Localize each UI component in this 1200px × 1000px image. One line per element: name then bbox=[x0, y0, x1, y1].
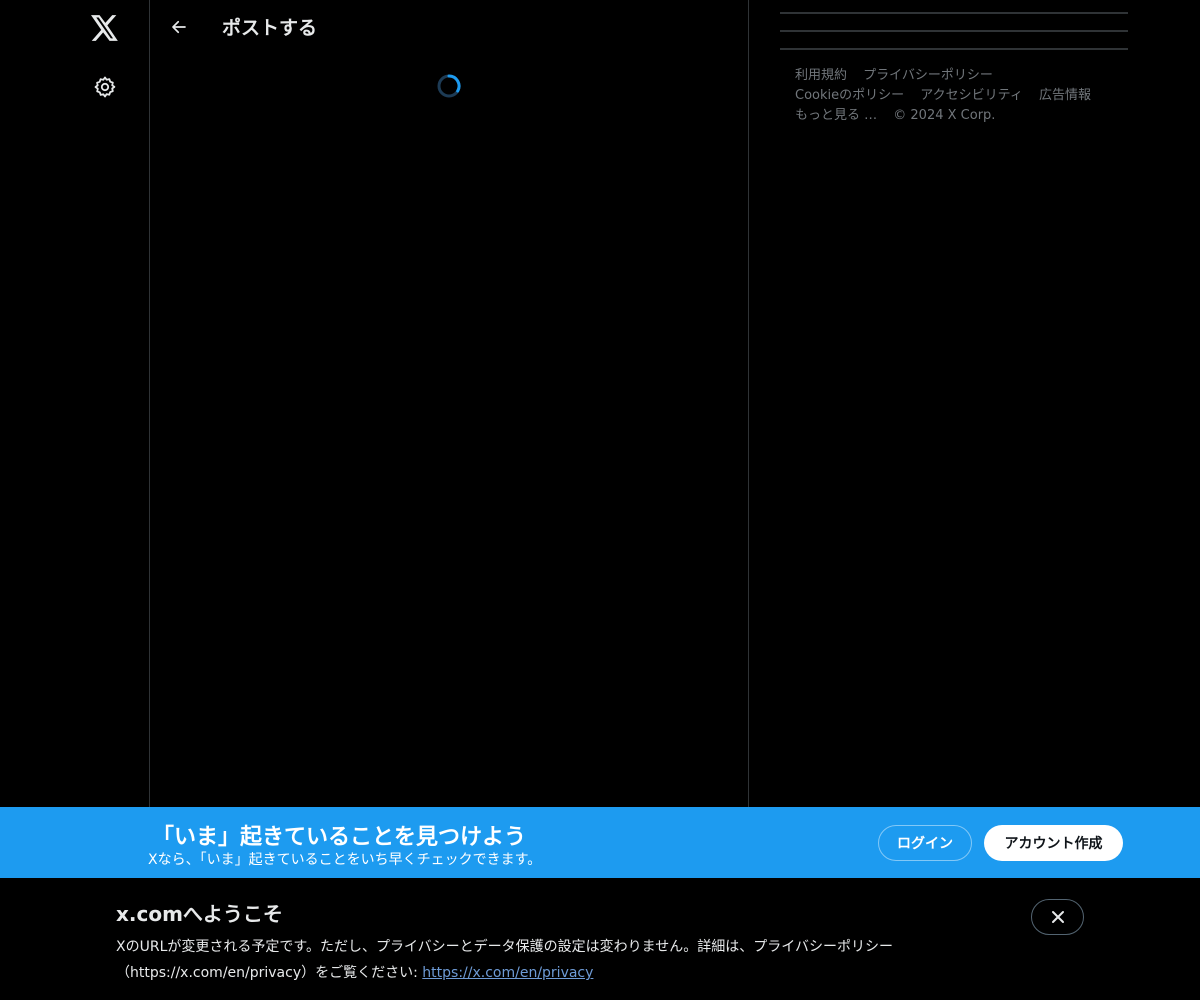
welcome-panel: x.comへようこそ XのURLが変更される予定です。ただし、プライバシーとデー… bbox=[0, 878, 1200, 1000]
privacy-link[interactable]: https://x.com/en/privacy bbox=[422, 965, 593, 981]
footer-link-cookies[interactable]: Cookieのポリシー bbox=[795, 88, 904, 103]
welcome-title: x.comへようこそ bbox=[116, 902, 283, 926]
welcome-text: XのURLが変更される予定です。ただし、プライバシーとデータ保護の設定は変わりま… bbox=[116, 934, 976, 986]
footer-link-more[interactable]: もっと見る … bbox=[795, 108, 877, 123]
banner-title: 「いま」起きていることを見つけよう bbox=[152, 825, 527, 850]
left-nav bbox=[0, 0, 150, 808]
login-button[interactable]: ログイン bbox=[878, 825, 972, 861]
divider bbox=[780, 30, 1128, 32]
copyright: © 2024 X Corp. bbox=[893, 108, 996, 123]
footer-link-ads[interactable]: 広告情報 bbox=[1039, 88, 1091, 103]
main-column: ポストする bbox=[150, 0, 749, 808]
banner-subtitle: Xなら、「いま」起きていることをいち早くチェックできます。 bbox=[148, 852, 542, 868]
page-title: ポストする bbox=[222, 17, 318, 39]
divider bbox=[780, 12, 1128, 14]
footer-link-privacy[interactable]: プライバシーポリシー bbox=[863, 68, 993, 83]
close-icon[interactable] bbox=[1031, 899, 1084, 935]
footer-link-terms[interactable]: 利用規約 bbox=[795, 68, 847, 83]
x-logo-icon[interactable] bbox=[85, 8, 125, 48]
arrow-left-icon[interactable] bbox=[162, 10, 196, 44]
gear-icon[interactable] bbox=[85, 67, 125, 107]
signup-banner: 「いま」起きていることを見つけよう Xなら、「いま」起きていることをいち早くチェ… bbox=[0, 807, 1200, 878]
spinner-icon bbox=[436, 73, 462, 99]
footer-links: 利用規約 プライバシーポリシー Cookieのポリシー アクセシビリティ 広告情… bbox=[795, 66, 1115, 126]
right-sidebar: 利用規約 プライバシーポリシー Cookieのポリシー アクセシビリティ 広告情… bbox=[780, 0, 1128, 200]
create-account-button[interactable]: アカウント作成 bbox=[984, 825, 1123, 861]
divider bbox=[780, 48, 1128, 50]
footer-link-accessibility[interactable]: アクセシビリティ bbox=[920, 88, 1023, 103]
